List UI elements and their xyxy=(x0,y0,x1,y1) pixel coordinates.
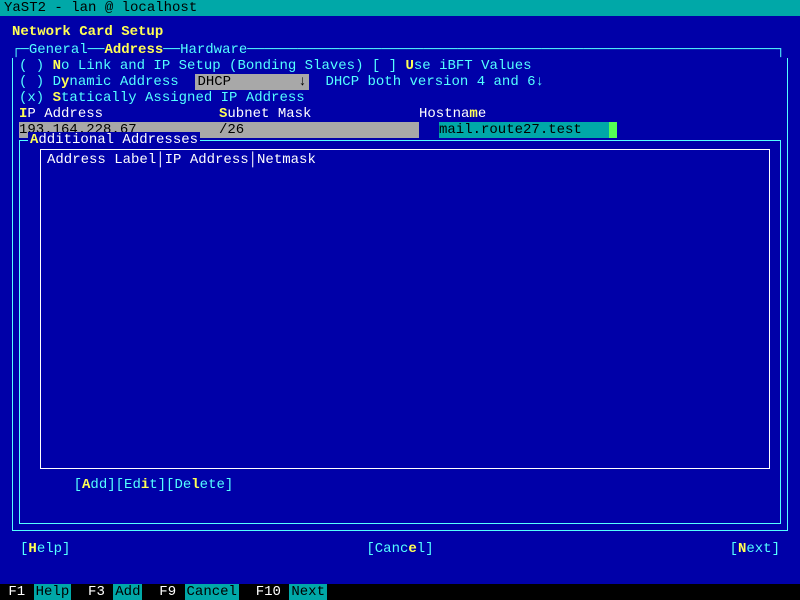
f3-key[interactable]: F3 Add xyxy=(88,584,142,600)
page-title: Network Card Setup xyxy=(12,24,788,40)
fkey-bar: F1 Help F3 Add F9 Cancel F10 Next xyxy=(0,584,800,600)
delete-button[interactable]: ete xyxy=(200,477,225,493)
tab-address[interactable]: Address xyxy=(104,42,163,58)
next-button[interactable]: [Next] xyxy=(730,541,780,557)
text-cursor xyxy=(609,122,617,138)
edit-button[interactable]: t xyxy=(149,477,157,493)
tab-general[interactable]: General xyxy=(29,42,88,58)
radio-dynamic-row[interactable]: ( ) Dynamic Address DHCP ↓ DHCP both ver… xyxy=(19,74,781,90)
window-titlebar: YaST2 - lan @ localhost xyxy=(0,0,800,16)
f1-key[interactable]: F1 Help xyxy=(8,584,71,600)
dhcp-mode-dropdown[interactable]: DHCP ↓ xyxy=(195,74,308,90)
bottom-button-row: [Help] [Cancel] [Next] xyxy=(12,531,788,557)
f9-key[interactable]: F9 Cancel xyxy=(159,584,239,600)
radio-nolink-row[interactable]: ( ) No Link and IP Setup (Bonding Slaves… xyxy=(19,58,781,74)
additional-addresses-table[interactable]: Address Label│IP Address│Netmask xyxy=(40,149,770,469)
cancel-button[interactable]: [Cancel] xyxy=(366,541,433,557)
tab-row: ┌─General──Address──Hardware────────────… xyxy=(12,42,788,58)
add-button[interactable]: dd xyxy=(90,477,107,493)
title-text: YaST2 - lan @ localhost xyxy=(4,0,197,16)
table-buttons: [Add][Edit][Delete] xyxy=(40,477,770,493)
additional-addresses-box: Additional Addresses Address Label│IP Ad… xyxy=(19,140,781,524)
content-box: ( ) No Link and IP Setup (Bonding Slaves… xyxy=(12,58,788,531)
additional-addresses-title: Additional Addresses xyxy=(28,132,200,148)
hostname-input[interactable] xyxy=(439,122,609,138)
radio-static-row[interactable]: (x) Statically Assigned IP Address xyxy=(19,90,781,106)
help-button[interactable]: [Help] xyxy=(20,541,70,557)
dhcp-version-dropdown[interactable]: DHCP both version 4 and 6 xyxy=(326,74,536,90)
f10-key[interactable]: F10 Next xyxy=(256,584,327,600)
table-header: Address Label│IP Address│Netmask xyxy=(47,152,763,168)
tab-hardware[interactable]: Hardware xyxy=(180,42,247,58)
subnet-mask-input[interactable] xyxy=(219,122,419,138)
